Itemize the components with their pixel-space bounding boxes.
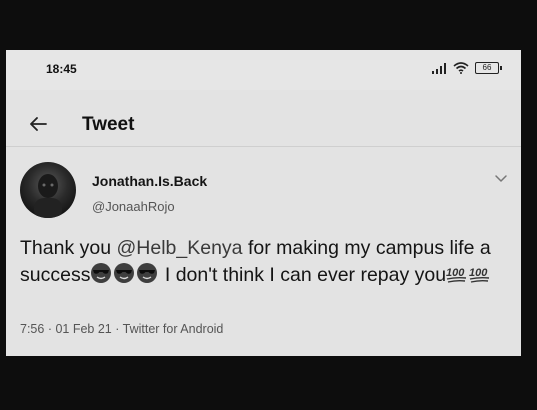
arrow-left-icon[interactable]: [26, 112, 50, 136]
tweet-text: Thank you @Helb_Kenya for making my camp…: [20, 235, 510, 292]
page-title: Tweet: [82, 114, 135, 135]
mention-link[interactable]: @Helb_Kenya: [116, 237, 242, 259]
sunglasses-emoji-icon: [136, 262, 158, 292]
tweet-time: 7:56: [20, 322, 45, 336]
meta-separator: ·: [44, 322, 56, 336]
tweet-text-part: Thank you: [20, 237, 117, 259]
tweet-text-part: I don't think I can ever repay you: [159, 264, 447, 286]
sunglasses-emoji-icon: [90, 262, 112, 292]
status-bar: 18:45 66: [6, 50, 521, 90]
tweet-date: 01 Feb 21: [55, 322, 112, 336]
author-handle[interactable]: @JonaahRojo: [92, 199, 175, 214]
tweet-source-link[interactable]: Twitter for Android: [123, 322, 224, 336]
hundred-points-icon: 100: [446, 264, 468, 292]
avatar-image: [34, 174, 62, 218]
sunglasses-emoji-icon: [113, 262, 135, 292]
screenshot-frame: 18:45 66 Tweet Jonathan.Is.Back @JonaahR…: [6, 50, 521, 356]
tweet-meta: 7:56 · 01 Feb 21 · Twitter for Android: [20, 322, 223, 336]
status-time: 18:45: [46, 62, 77, 76]
wifi-icon: [453, 62, 469, 74]
meta-separator: ·: [111, 322, 123, 336]
hundred-points-icon: 100: [469, 264, 491, 292]
avatar[interactable]: [20, 162, 76, 218]
chevron-down-icon[interactable]: [493, 170, 509, 186]
status-icons: 66: [431, 62, 502, 74]
battery-icon: 66: [475, 62, 502, 74]
signal-bars-icon: [432, 63, 446, 74]
author-display-name[interactable]: Jonathan.Is.Back: [92, 173, 207, 189]
app-header: Tweet: [6, 102, 521, 147]
